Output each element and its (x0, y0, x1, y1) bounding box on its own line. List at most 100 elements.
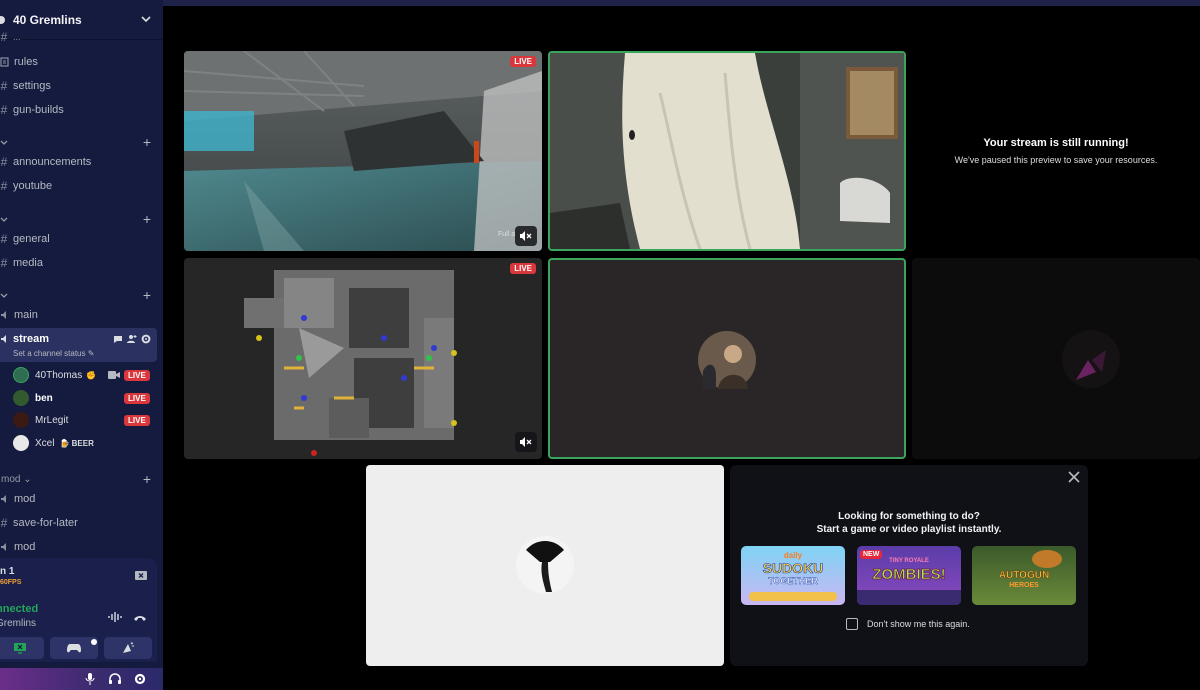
voice-user[interactable]: ben (13, 388, 53, 408)
game-card-sudoku[interactable]: daily SUDOKU TOGETHER (741, 546, 845, 605)
game-card-autogun[interactable]: AUTOGUN HEROES (972, 546, 1076, 605)
channel-main[interactable]: main (0, 304, 163, 326)
mute-stream-button[interactable] (515, 432, 537, 452)
server-name: 40 Gremlins (13, 12, 82, 27)
activity-title-line: Looking for something to do? (838, 511, 980, 522)
channel-sidebar: 40 Gremlins #... rules # settings # gun-bu… (0, 0, 163, 690)
channel-settings[interactable]: # settings (0, 75, 163, 97)
add-channel-icon[interactable]: + (143, 287, 151, 303)
channel-save-for-later[interactable]: # save-for-later (0, 512, 163, 534)
channel-status[interactable]: Set a channel status ✎ (13, 349, 94, 358)
category-header[interactable]: mod ⌄ + (0, 471, 163, 489)
channel-rules[interactable]: rules (0, 51, 163, 73)
avatar (698, 331, 756, 389)
hash-icon: # (0, 30, 8, 44)
stop-stream-icon[interactable] (135, 571, 147, 581)
channel-label: media (13, 257, 43, 269)
category-header[interactable]: + (0, 134, 163, 152)
stream-tile-game[interactable]: LIVE Full a (184, 51, 542, 251)
chat-bubble-icon[interactable] (113, 334, 123, 344)
channel-youtube[interactable]: # youtube (0, 175, 163, 197)
speaker-muted-icon (520, 231, 532, 241)
voice-status[interactable]: nnected (0, 603, 38, 615)
voice-user[interactable]: MrLegit (13, 410, 68, 430)
channel-label: mod (14, 541, 36, 553)
speaker-muted-icon (520, 437, 532, 447)
add-channel-icon[interactable]: + (143, 471, 151, 487)
game-card-title: AUTOGUN (998, 570, 1050, 582)
screen-share-button[interactable] (0, 637, 44, 659)
game-card-zombies[interactable]: NEW TINY ROYALE ZOMBIES! (857, 546, 961, 605)
voice-connection-panel: n 1 60FPS nnected Gremlins (0, 558, 157, 662)
channel-label: stream (13, 333, 50, 345)
user-panel (0, 668, 163, 690)
add-member-icon[interactable] (127, 334, 137, 344)
voice-server: Gremlins (0, 618, 37, 629)
category-header[interactable]: + (0, 211, 163, 229)
add-channel-icon[interactable]: + (143, 134, 151, 150)
camera-tile[interactable] (548, 51, 906, 251)
hash-icon: # (0, 232, 8, 246)
close-icon[interactable] (1068, 471, 1080, 483)
headphones-icon[interactable] (109, 673, 121, 685)
category-header[interactable]: + (0, 287, 163, 305)
soundboard-button[interactable] (104, 637, 152, 659)
stream-tile-map[interactable]: LIVE (184, 258, 542, 459)
stream-video (184, 258, 542, 459)
user-tile[interactable] (912, 258, 1200, 459)
user-tag: 🍺 BEER (59, 438, 94, 448)
game-card-subtitle: TOGETHER (768, 576, 818, 586)
category-label-text: mod (1, 474, 21, 485)
channel-mod[interactable]: mod (0, 488, 163, 510)
hash-icon: # (0, 256, 8, 270)
channel-mod[interactable]: mod (0, 536, 163, 558)
title-bar (163, 0, 1200, 6)
activity-suggestion-panel: Looking for something to do? Start a gam… (730, 465, 1088, 666)
hash-icon: # (0, 103, 8, 117)
voice-user[interactable]: Xcel 🍺 BEER (13, 433, 94, 453)
avatar (1062, 330, 1120, 388)
channel-label: general (13, 233, 50, 245)
mute-stream-button[interactable] (515, 226, 537, 246)
avatar (13, 412, 29, 428)
channel-label: save-for-later (13, 517, 78, 529)
hash-icon: # (0, 516, 8, 530)
voice-user[interactable]: 40Thomas ✊ (13, 365, 96, 385)
chevron-down-icon (0, 217, 8, 222)
speaker-icon (1, 495, 6, 503)
channel-label: gun-builds (13, 104, 64, 116)
category-label: mod ⌄ (1, 474, 32, 485)
chevron-down-icon[interactable] (141, 14, 151, 24)
user-tile-light[interactable] (366, 465, 724, 666)
channel-media[interactable]: # media (0, 252, 163, 274)
voice-user-name: MrLegit (35, 414, 69, 426)
channel-label: rules (14, 56, 38, 68)
paused-stream-tile[interactable]: Your stream is still running! We've paus… (912, 51, 1200, 251)
stream-video (184, 51, 542, 251)
channel-general[interactable]: # general (0, 228, 163, 250)
microphone-icon[interactable] (84, 673, 96, 685)
disconnect-icon[interactable] (133, 613, 147, 623)
gear-icon[interactable] (141, 334, 151, 344)
camera-video (550, 53, 904, 249)
user-tile-speaking[interactable] (548, 258, 906, 459)
stream-label: n 1 (0, 566, 15, 577)
dont-show-checkbox[interactable] (846, 618, 858, 630)
soundboard-icon (123, 642, 134, 653)
noise-suppression-icon[interactable] (108, 611, 122, 623)
gear-icon[interactable] (134, 673, 146, 685)
channel-gun-builds[interactable]: # gun-builds (0, 99, 163, 121)
game-card-subtitle: HEROES (1009, 582, 1039, 589)
dont-show-checkbox-row[interactable]: Don't show me this again. (846, 618, 970, 630)
add-channel-icon[interactable]: + (143, 211, 151, 227)
voice-user-name: Xcel (35, 437, 55, 449)
game-card-art (857, 590, 961, 605)
live-badge: LIVE (124, 415, 150, 426)
channel-announcements[interactable]: # announcements (0, 151, 163, 173)
activity-title: Looking for something to do? Start a gam… (730, 510, 1088, 536)
channel-partial[interactable]: #... (0, 30, 163, 44)
live-badge: LIVE (510, 263, 536, 274)
channel-label: main (14, 309, 38, 321)
game-card-top: daily (783, 551, 803, 560)
voice-channel-stream[interactable]: stream Set a channel status ✎ (0, 328, 157, 362)
